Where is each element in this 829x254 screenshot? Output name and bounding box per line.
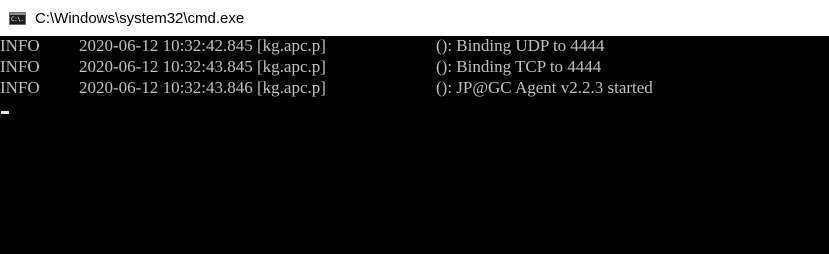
console-line: INFO 2020-06-12 10:32:43.846 [kg.apc.p] … — [0, 78, 653, 98]
log-timestamp-source: 2020-06-12 10:32:43.845 [kg.apc.p] — [79, 57, 326, 76]
cmd-icon-bar — [10, 12, 25, 15]
log-level: INFO — [0, 57, 40, 76]
title-bar[interactable]: C:\. C:\Windows\system32\cmd.exe — [0, 0, 829, 36]
console-line: INFO 2020-06-12 10:32:43.845 [kg.apc.p] … — [0, 57, 601, 77]
log-timestamp-source: 2020-06-12 10:32:42.845 [kg.apc.p] — [79, 36, 326, 55]
text-cursor — [1, 111, 9, 114]
log-message: (): JP@GC Agent v2.2.3 started — [436, 78, 653, 97]
console-output[interactable]: INFO 2020-06-12 10:32:42.845 [kg.apc.p] … — [0, 36, 829, 254]
console-line: INFO 2020-06-12 10:32:42.845 [kg.apc.p] … — [0, 36, 604, 56]
cmd-icon-prompt: C:\. — [11, 15, 24, 23]
log-timestamp-source: 2020-06-12 10:32:43.846 [kg.apc.p] — [79, 78, 326, 97]
log-message: (): Binding TCP to 4444 — [436, 57, 602, 76]
log-level: INFO — [0, 36, 40, 55]
cmd-icon[interactable]: C:\. — [9, 11, 26, 25]
cmd-window: C:\. C:\Windows\system32\cmd.exe INFO 20… — [0, 0, 829, 254]
log-level: INFO — [0, 78, 40, 97]
log-message: (): Binding UDP to 4444 — [436, 36, 605, 55]
window-title: C:\Windows\system32\cmd.exe — [35, 9, 245, 27]
